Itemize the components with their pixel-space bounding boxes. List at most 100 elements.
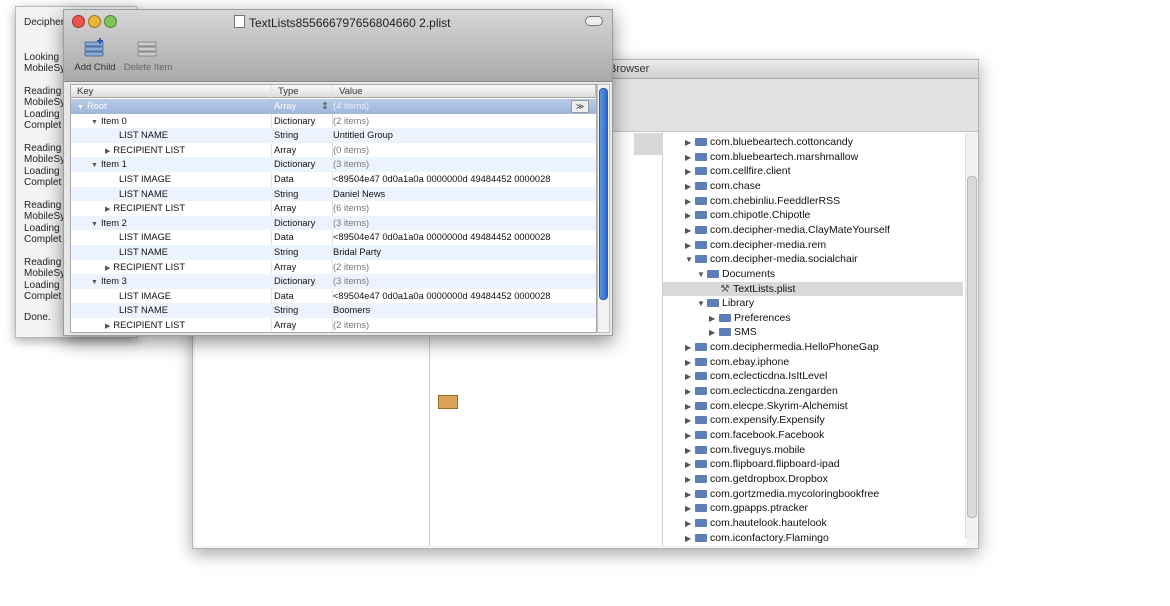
disclosure-open-icon[interactable]: ▼ xyxy=(685,253,695,267)
disclosure-open-icon[interactable]: ▼ xyxy=(697,268,707,282)
disclosure-closed-icon[interactable]: ▶ xyxy=(685,414,695,428)
value-column-header[interactable]: Value xyxy=(333,85,596,98)
disclosure-closed-icon[interactable]: ▶ xyxy=(685,151,695,165)
disclosure-closed-icon[interactable]: ▶ xyxy=(685,502,695,516)
disclosure-closed-icon[interactable]: ▶ xyxy=(709,326,719,340)
plist-scrollbar[interactable] xyxy=(597,84,610,333)
add-child-button[interactable]: Add Child xyxy=(70,35,120,79)
value-action-button[interactable]: ≫ xyxy=(571,100,589,113)
close-button[interactable] xyxy=(72,15,85,28)
disclosure-open-icon[interactable]: ▼ xyxy=(91,279,98,286)
plist-row[interactable]: LIST NAME String Boomers xyxy=(71,303,596,318)
disclosure-closed-icon[interactable]: ▶ xyxy=(685,488,695,502)
tree-item[interactable]: ▶ com.bluebeartech.cottoncandy xyxy=(685,135,853,149)
minimize-button[interactable] xyxy=(88,15,101,28)
type-cell[interactable]: String xyxy=(272,245,334,260)
disclosure-closed-icon[interactable]: ▶ xyxy=(105,265,110,272)
disclosure-closed-icon[interactable]: ▶ xyxy=(685,341,695,355)
type-cell[interactable]: Array xyxy=(272,143,334,158)
value-cell[interactable]: (3 items) xyxy=(333,216,573,231)
disclosure-closed-icon[interactable]: ▶ xyxy=(685,195,695,209)
tree-item[interactable]: ▶ com.gpapps.ptracker xyxy=(685,501,808,515)
disclosure-closed-icon[interactable]: ▶ xyxy=(685,429,695,443)
type-cell[interactable]: Data xyxy=(272,172,334,187)
value-cell[interactable]: <89504e47 0d0a1a0a 0000000d 49484452 000… xyxy=(333,289,573,304)
value-cell[interactable]: Untitled Group xyxy=(333,128,573,143)
type-cell[interactable]: Array xyxy=(272,260,334,275)
tree-item[interactable]: ⚒ TextLists.plist xyxy=(663,281,963,296)
type-cell[interactable]: Dictionary xyxy=(272,157,334,172)
value-cell[interactable]: (6 items) xyxy=(333,201,573,216)
toolbar-toggle-button[interactable] xyxy=(585,16,603,26)
tree-item[interactable]: ▶ com.chipotle.Chipotle xyxy=(685,208,810,222)
disclosure-closed-icon[interactable]: ▶ xyxy=(685,165,695,179)
plist-titlebar[interactable]: TextLists855666797656804660 2.plist Add … xyxy=(64,10,612,82)
disclosure-closed-icon[interactable]: ▶ xyxy=(685,370,695,384)
tree-item[interactable]: ▶ com.chebinliu.FeeddlerRSS xyxy=(685,194,840,208)
value-cell[interactable]: Bridal Party xyxy=(333,245,573,260)
plist-row[interactable]: LIST NAME String Bridal Party xyxy=(71,245,596,260)
tree-item[interactable]: ▶ com.decipher-media.ClayMateYourself xyxy=(685,223,890,237)
tree-item[interactable]: ▶ com.elecpe.Skyrim-Alchemist xyxy=(685,399,848,413)
tree-item[interactable]: ▼ com.decipher-media.socialchair xyxy=(685,252,858,266)
disclosure-open-icon[interactable]: ▼ xyxy=(697,297,707,311)
value-cell[interactable]: (4 items) xyxy=(333,99,573,114)
tree-item[interactable]: ▶ com.facebook.Facebook xyxy=(685,428,824,442)
plist-row[interactable]: ▼ Item 0 Dictionary (2 items) xyxy=(71,114,596,129)
disclosure-closed-icon[interactable]: ▶ xyxy=(105,148,110,155)
disclosure-closed-icon[interactable]: ▶ xyxy=(685,209,695,223)
tree-item[interactable]: ▶ com.ebay.iphone xyxy=(685,355,789,369)
tree-item[interactable]: ▶ com.flipboard.flipboard-ipad xyxy=(685,457,840,471)
disclosure-closed-icon[interactable]: ▶ xyxy=(709,312,719,326)
type-cell[interactable]: Data xyxy=(272,230,334,245)
tree-item[interactable]: ▶ com.eclecticdna.zengarden xyxy=(685,384,838,398)
disclosure-closed-icon[interactable]: ▶ xyxy=(685,385,695,399)
plist-scroll-thumb[interactable] xyxy=(599,88,608,300)
tree-item[interactable]: ▶ com.deciphermedia.HelloPhoneGap xyxy=(685,340,879,354)
type-cell[interactable]: Dictionary xyxy=(272,114,334,129)
file-tree-scroll-thumb[interactable] xyxy=(967,176,977,518)
plist-row[interactable]: ▶ RECIPIENT LIST Array (0 items) xyxy=(71,143,596,158)
disclosure-open-icon[interactable]: ▼ xyxy=(77,104,84,111)
value-cell[interactable]: <89504e47 0d0a1a0a 0000000d 49484452 000… xyxy=(333,230,573,245)
disclosure-closed-icon[interactable]: ▶ xyxy=(685,224,695,238)
value-cell[interactable]: (2 items) xyxy=(333,114,573,129)
plist-row[interactable]: LIST IMAGE Data <89504e47 0d0a1a0a 0000000… xyxy=(71,172,596,187)
disclosure-open-icon[interactable]: ▼ xyxy=(91,119,98,126)
app-icon[interactable] xyxy=(438,395,458,409)
zoom-button[interactable] xyxy=(104,15,117,28)
tree-item[interactable]: ▶ com.chase xyxy=(685,179,761,193)
disclosure-closed-icon[interactable]: ▶ xyxy=(685,532,695,546)
plist-row[interactable]: ▼ Item 1 Dictionary (3 items) xyxy=(71,157,596,172)
value-cell[interactable]: <89504e47 0d0a1a0a 0000000d 49484452 000… xyxy=(333,172,573,187)
disclosure-closed-icon[interactable]: ▶ xyxy=(685,356,695,370)
plist-row[interactable]: LIST IMAGE Data <89504e47 0d0a1a0a 0000000… xyxy=(71,289,596,304)
value-cell[interactable]: Daniel News xyxy=(333,187,573,202)
disclosure-closed-icon[interactable]: ▶ xyxy=(105,323,110,330)
value-cell[interactable]: Boomers xyxy=(333,303,573,318)
type-cell[interactable]: Array xyxy=(272,318,334,332)
tree-item[interactable]: ▼ Documents xyxy=(685,267,775,281)
disclosure-closed-icon[interactable]: ▶ xyxy=(685,180,695,194)
plist-row[interactable]: ▶ RECIPIENT LIST Array (2 items) xyxy=(71,260,596,275)
plist-outline[interactable]: Key Type Value ▼ Root Array (4 items) ⇕ ≫ ▼ Ite… xyxy=(70,84,597,333)
disclosure-closed-icon[interactable]: ▶ xyxy=(685,517,695,531)
tree-item[interactable]: ▶ com.getdropbox.Dropbox xyxy=(685,472,828,486)
value-cell[interactable]: (2 items) xyxy=(333,318,573,332)
type-cell[interactable]: Array xyxy=(272,201,334,216)
disclosure-open-icon[interactable]: ▼ xyxy=(91,162,98,169)
type-column-header[interactable]: Type xyxy=(272,85,333,98)
disclosure-closed-icon[interactable]: ▶ xyxy=(685,239,695,253)
value-cell[interactable]: (0 items) xyxy=(333,143,573,158)
plist-row[interactable]: ▶ RECIPIENT LIST Array (2 items) xyxy=(71,318,596,332)
tree-item[interactable]: ▶ Preferences xyxy=(685,311,791,325)
tree-item[interactable]: ▶ com.gortzmedia.mycoloringbookfree xyxy=(685,487,879,501)
plist-row[interactable]: LIST IMAGE Data <89504e47 0d0a1a0a 0000000… xyxy=(71,230,596,245)
tree-item[interactable]: ▶ com.decipher-media.rem xyxy=(685,238,826,252)
tree-item[interactable]: ▶ com.expensify.Expensify xyxy=(685,413,825,427)
tree-item[interactable]: ▶ com.bluebeartech.marshmallow xyxy=(685,150,858,164)
value-cell[interactable]: (3 items) xyxy=(333,274,573,289)
type-cell[interactable]: String xyxy=(272,187,334,202)
tree-item[interactable]: ▶ com.eclecticdna.IsItLevel xyxy=(685,369,827,383)
value-cell[interactable]: (3 items) xyxy=(333,157,573,172)
